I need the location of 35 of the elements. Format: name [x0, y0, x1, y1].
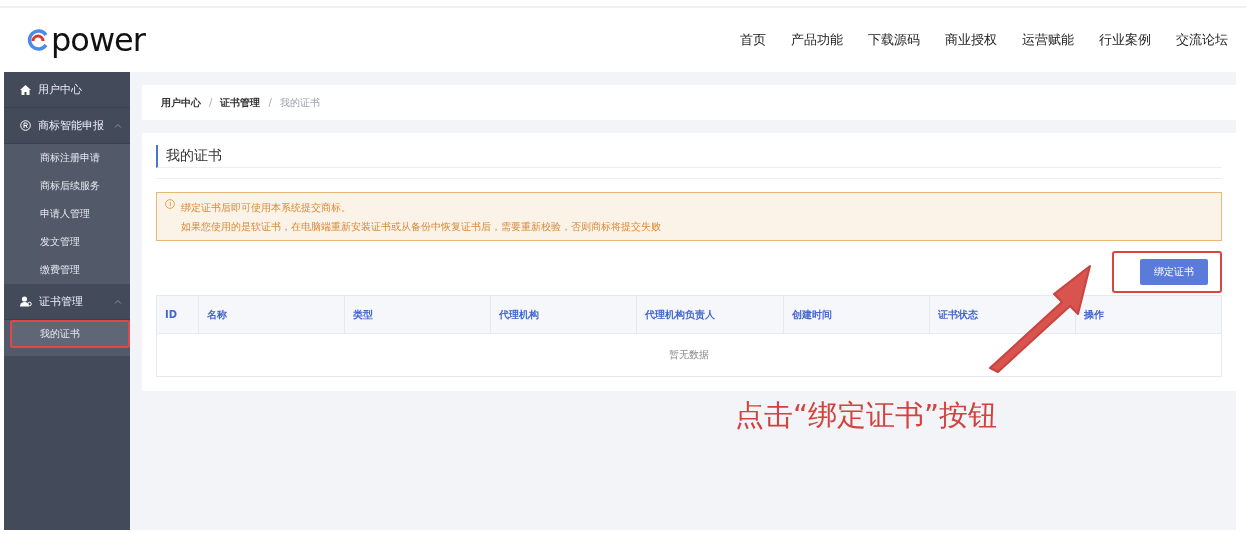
- nav-link[interactable]: 运营赋能: [1022, 31, 1074, 49]
- sidebar-item[interactable]: 商标后续服务: [4, 172, 130, 200]
- column-header: ID: [156, 295, 199, 334]
- sidebar-item[interactable]: 发文管理: [4, 228, 130, 256]
- user-icon: [20, 296, 32, 307]
- page-title: 我的证书: [156, 145, 1222, 168]
- bind-certificate-button[interactable]: 绑定证书: [1140, 259, 1208, 285]
- logo-text: power: [51, 21, 145, 59]
- breadcrumb-separator: /: [268, 97, 272, 108]
- nav-link[interactable]: 产品功能: [791, 31, 843, 49]
- breadcrumb-link[interactable]: 证书管理: [220, 95, 261, 110]
- info-icon: [165, 199, 175, 209]
- alert-text: 如果您使用的是软证书，在电脑端重新安装证书或从备份中恢复证书后，需要重新校验，否则商标将提交失败: [181, 220, 661, 234]
- sidebar-item[interactable]: 缴费管理: [4, 256, 130, 284]
- column-header: 名称: [198, 295, 345, 334]
- nav-link[interactable]: 行业案例: [1099, 31, 1151, 49]
- sidebar-item[interactable]: 我的证书: [10, 320, 130, 348]
- nav-link[interactable]: 下载源码: [868, 31, 920, 49]
- sidebar-item[interactable]: 商标注册申请: [4, 144, 130, 172]
- alert-text: 绑定证书后即可使用本系统提交商标。: [181, 201, 352, 215]
- nav-link[interactable]: 商业授权: [945, 31, 997, 49]
- home-icon: [20, 84, 31, 95]
- breadcrumb-separator: /: [209, 97, 213, 108]
- column-header: 代理机构: [490, 295, 637, 334]
- registered-icon: [20, 120, 31, 131]
- breadcrumb-link[interactable]: 用户中心: [161, 95, 201, 110]
- nav-link[interactable]: 交流论坛: [1176, 31, 1228, 49]
- column-header: 操作: [1075, 295, 1222, 334]
- column-header: 创建时间: [783, 295, 930, 334]
- sidebar-item[interactable]: 申请人管理: [4, 200, 130, 228]
- logo-icon: [26, 28, 50, 52]
- nav-link[interactable]: 首页: [740, 31, 766, 49]
- column-header: 代理机构负责人: [636, 295, 784, 334]
- column-header: 类型: [344, 295, 491, 334]
- annotation-text: 点击“绑定证书”按钮: [735, 397, 998, 434]
